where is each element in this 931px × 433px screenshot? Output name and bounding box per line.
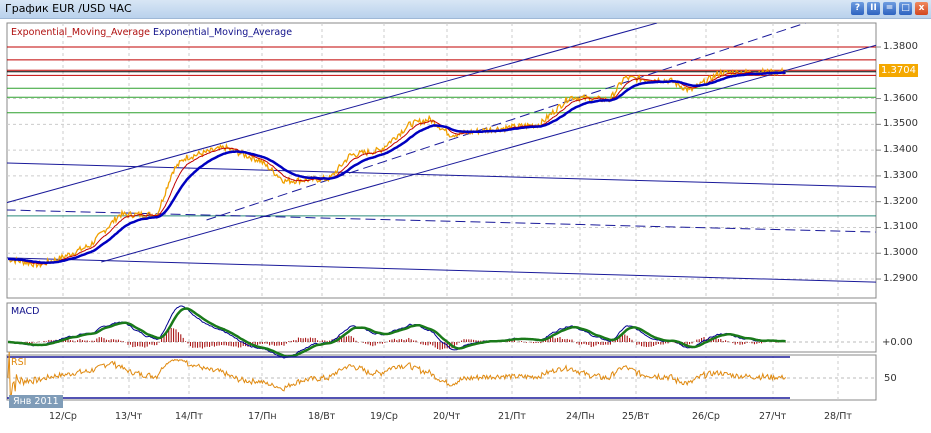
price-tick: 1.3100 [883, 221, 918, 233]
time-tick: 27/Чт [759, 411, 787, 422]
macd-label: MACD [11, 306, 40, 317]
legend-ema-slow: Exponential_Moving_Average [153, 27, 293, 38]
time-tick: 19/Ср [370, 411, 398, 422]
time-tick: 20/Чт [433, 411, 461, 422]
price-tick: 1.3800 [883, 41, 918, 52]
time-tick: 26/Ср [692, 411, 720, 422]
price-tick: 1.3400 [883, 144, 918, 156]
time-tick: 13/Чт [115, 411, 143, 422]
period-label: Янв 2011 [9, 395, 63, 408]
legend-ema-fast: Exponential_Moving_Average [11, 27, 151, 38]
time-tick: 28/Пт [824, 411, 852, 422]
rsi-label: RSI [11, 357, 27, 368]
time-tick: 21/Пт [498, 411, 526, 422]
price-tick: 1.3200 [883, 195, 918, 207]
chart-legend: Exponential_Moving_Average Exponential_M… [11, 27, 292, 38]
rsi-mid-label: 50 [884, 373, 897, 384]
price-tick: 1.3300 [883, 169, 918, 181]
price-tick: 1.3600 [883, 92, 918, 104]
time-tick: 24/Пн [566, 411, 595, 422]
price-chart[interactable] [0, 0, 931, 433]
price-tick: 1.3500 [883, 118, 918, 130]
time-tick: 25/Вт [622, 411, 650, 422]
time-tick: 14/Пт [175, 411, 203, 422]
time-tick: 18/Вт [308, 411, 336, 422]
price-tick: 1.3000 [883, 247, 918, 259]
current-price-label: 1.3704 [879, 64, 918, 77]
price-tick: 1.2900 [883, 273, 918, 285]
main-panel [6, 22, 877, 299]
time-tick: 12/Ср [49, 411, 77, 422]
macd-zero-label: +0.00 [882, 337, 913, 348]
time-tick: 17/Пн [248, 411, 277, 422]
